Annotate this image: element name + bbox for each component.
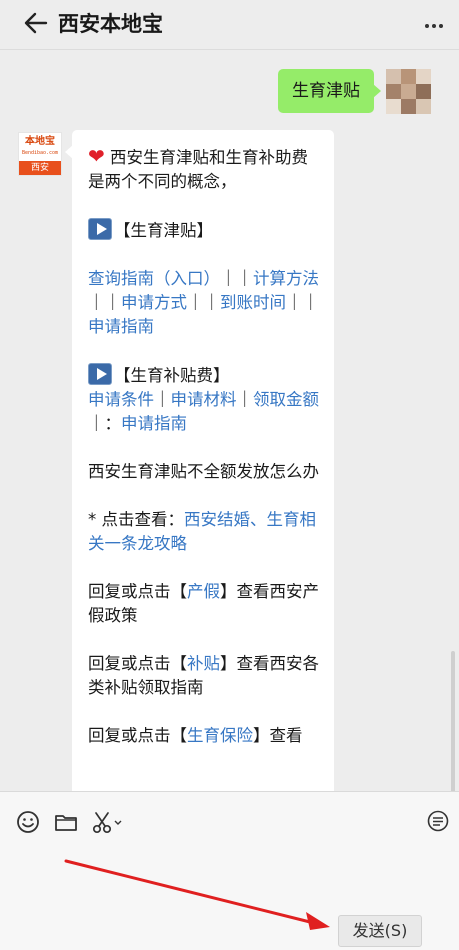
separator: ｜: [236, 390, 254, 409]
input-area[interactable]: 发送(S): [0, 791, 459, 950]
emoji-icon[interactable]: [15, 809, 41, 835]
section2-title: 【生育补贴费】: [114, 366, 230, 385]
my-message-bubble[interactable]: 生育津贴: [278, 69, 381, 113]
question-text: 西安生育津贴不全额发放怎么办: [88, 462, 319, 481]
link-apply-method[interactable]: 申请方式: [121, 293, 187, 312]
section2-heading: 【生育补贴费】: [88, 363, 320, 388]
chat-scrollbar[interactable]: [451, 651, 455, 791]
reply-prefix: 回复或点击【: [88, 654, 187, 673]
reply-maternity-leave: 回复或点击【产假】查看西安产假政策: [88, 580, 320, 628]
link-conditions[interactable]: 申请条件: [88, 390, 154, 409]
link-maternity-insurance[interactable]: 生育保险: [187, 726, 253, 745]
more-options-icon[interactable]: [423, 12, 445, 40]
official-account-avatar[interactable]: 本地宝 Bendibao.com 西安: [18, 132, 62, 176]
link-arrival-time[interactable]: 到账时间: [220, 293, 286, 312]
avatar-city: 西安: [19, 161, 61, 175]
my-avatar[interactable]: [386, 69, 432, 115]
section1-title: 【生育津贴】: [114, 221, 213, 240]
scissors-icon[interactable]: [90, 809, 124, 835]
link-calc-method[interactable]: 计算方法: [253, 269, 319, 288]
my-message-text: 生育津贴: [292, 81, 360, 101]
chat-history-icon[interactable]: [425, 809, 451, 835]
back-arrow-icon[interactable]: [22, 9, 50, 37]
link-materials[interactable]: 申请材料: [171, 390, 237, 409]
avatar-logo-text: 本地宝: [19, 133, 61, 163]
link-query-guide[interactable]: 查询指南（入口）: [88, 269, 220, 288]
separator: ｜: [154, 390, 171, 409]
chat-title: 西安本地宝: [58, 12, 163, 36]
reply-maternity-insurance: 回复或点击【生育保险】查看: [88, 724, 320, 748]
reply-subsidy: 回复或点击【补贴】查看西安各类补贴领取指南: [88, 652, 320, 700]
link-subsidy[interactable]: 补贴: [187, 654, 220, 673]
intro-text: 西安生育津贴和生育补助费是两个不同的概念，: [88, 148, 309, 191]
link-apply-guide[interactable]: 申请指南: [88, 317, 154, 336]
click-view-line: * 点击查看：西安结婚、生育相关一条龙攻略: [88, 508, 320, 556]
section1-links: 查询指南（入口）｜｜计算方法｜｜申请方式｜｜到账时间｜｜申请指南: [88, 267, 320, 339]
reply-message-bubble: ❤ 西安生育津贴和生育补助费是两个不同的概念， 【生育津贴】 查询指南（入口）｜…: [65, 130, 334, 791]
click-prefix: * 点击查看：: [88, 510, 184, 529]
folder-icon[interactable]: [53, 809, 79, 835]
separator: ｜：: [88, 414, 121, 433]
separator: ｜｜: [220, 269, 253, 288]
avatar-logo-sub: Bendibao.com: [21, 150, 59, 156]
reply-prefix: 回复或点击【: [88, 726, 187, 745]
send-button[interactable]: 发送(S): [338, 915, 422, 947]
heart-icon: ❤: [88, 144, 105, 168]
section1-heading: 【生育津贴】: [88, 218, 320, 243]
chat-area[interactable]: 生育津贴 本地宝 Bendibao.com 西安 ❤ 西安生育津贴和生育补助费是…: [0, 51, 459, 791]
link-apply-guide-2[interactable]: 申请指南: [121, 414, 187, 433]
separator: ｜｜: [286, 293, 319, 312]
link-maternity-leave[interactable]: 产假: [187, 582, 220, 601]
play-icon: [88, 363, 112, 385]
section2-links: 申请条件｜申请材料｜领取金额｜：申请指南: [88, 388, 320, 436]
separator: ｜｜: [88, 293, 121, 312]
link-amount[interactable]: 领取金额: [253, 390, 319, 409]
intro-paragraph: ❤ 西安生育津贴和生育补助费是两个不同的概念，: [88, 144, 320, 194]
reply-prefix: 回复或点击【: [88, 582, 187, 601]
play-icon: [88, 218, 112, 240]
reply-suffix: 】查看: [253, 726, 303, 745]
top-bar: 西安本地宝: [0, 0, 459, 50]
separator: ｜｜: [187, 293, 220, 312]
